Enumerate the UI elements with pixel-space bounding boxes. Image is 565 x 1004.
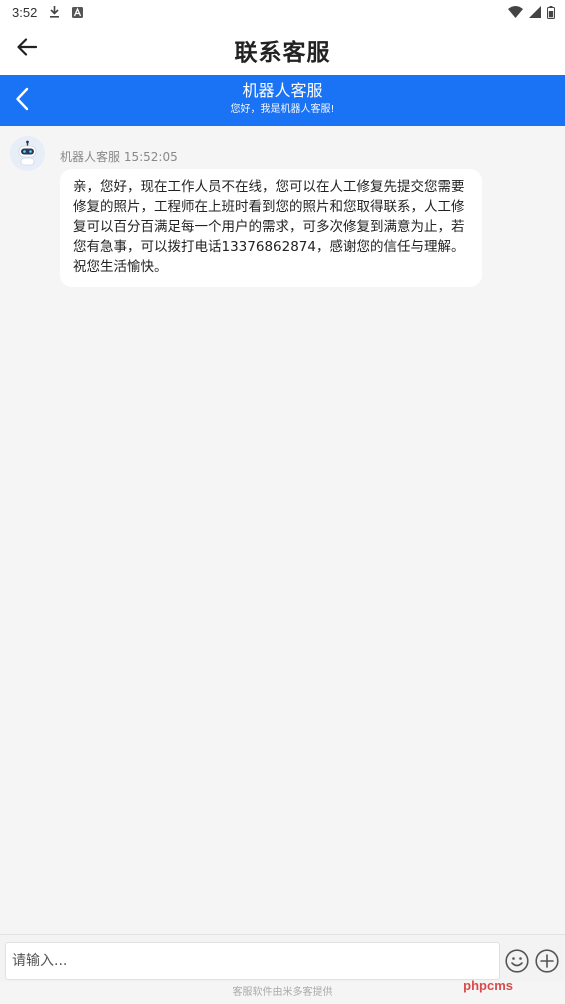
battery-icon (547, 5, 555, 19)
chat-header: 机器人客服 您好，我是机器人客服! (0, 75, 565, 126)
message-bubble: 亲，您好，现在工作人员不在线，您可以在人工修复先提交您需要修复的照片，工程师在上… (60, 169, 482, 287)
status-right (508, 5, 555, 19)
plus-button[interactable] (535, 949, 559, 973)
emoji-button[interactable] (505, 949, 529, 973)
message-input[interactable] (5, 942, 500, 980)
signal-icon (529, 6, 541, 18)
download-icon (49, 6, 60, 18)
chat-header-subtitle: 您好，我是机器人客服! (230, 104, 335, 115)
watermark: phpcms (463, 978, 513, 993)
input-bar (0, 934, 565, 982)
status-left: 3:52 (12, 4, 84, 20)
page: 3:52 联系客服 机器人客服 您好，我是机器人客服! 机器人客服 15:52:… (0, 0, 565, 1004)
back-button[interactable] (14, 36, 40, 62)
status-time: 3:52 (12, 4, 38, 20)
smiley-icon (505, 949, 529, 977)
message-meta: 机器人客服 15:52:05 (60, 150, 178, 164)
chat-header-title: 机器人客服 (242, 81, 323, 100)
message-list[interactable]: 机器人客服 15:52:05 亲，您好，现在工作人员不在线，您可以在人工修复先提… (0, 126, 565, 934)
app-bar: 联系客服 (0, 24, 565, 75)
a-letter-icon (72, 6, 84, 18)
plus-circle-icon (535, 949, 559, 977)
status-bar: 3:52 (0, 0, 565, 24)
wifi-icon (508, 6, 523, 18)
page-title: 联系客服 (234, 39, 331, 66)
robot-icon (10, 136, 45, 171)
arrow-left-icon (17, 38, 38, 60)
robot-avatar (10, 136, 45, 171)
